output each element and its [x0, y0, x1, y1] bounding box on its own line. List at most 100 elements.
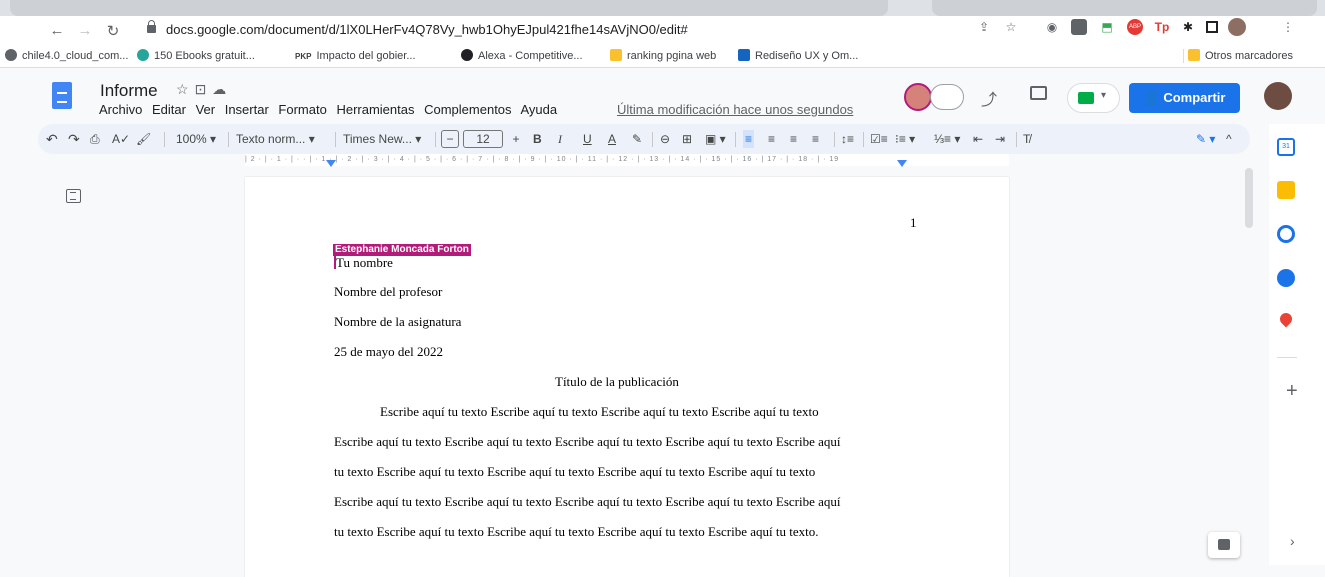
menu-ver[interactable]: Ver: [196, 102, 216, 117]
profile-avatar[interactable]: [1228, 18, 1246, 36]
collapse-icon[interactable]: ^: [1226, 130, 1232, 148]
doc-line-subject[interactable]: Nombre de la asignatura: [334, 314, 461, 330]
font-select[interactable]: Times New... ▾: [343, 130, 421, 148]
align-center-icon[interactable]: ≡: [768, 130, 775, 148]
menu-editar[interactable]: Editar: [152, 102, 186, 117]
pencil-mode-icon[interactable]: ✎ ▾: [1196, 130, 1215, 148]
checklist-icon[interactable]: ☑≡: [870, 130, 888, 148]
menu-icon[interactable]: ⋮: [1280, 19, 1296, 35]
bookmark-item[interactable]: PKP Impacto del gobier...: [295, 49, 416, 64]
style-select[interactable]: Texto norm... ▾: [236, 130, 315, 148]
bookmark-item[interactable]: ranking pgina web: [610, 49, 716, 63]
image-icon[interactable]: ▣ ▾: [705, 130, 726, 148]
vertical-ruler[interactable]: [30, 176, 40, 565]
right-indent-marker[interactable]: [897, 160, 907, 167]
bookmark-item[interactable]: Alexa - Competitive...: [461, 49, 583, 63]
menu-archivo[interactable]: Archivo: [99, 102, 142, 117]
doc-line-professor[interactable]: Nombre del profesor: [334, 284, 442, 300]
doc-line-name[interactable]: Tu nombre: [336, 255, 393, 271]
puzzle-icon[interactable]: ✱: [1180, 19, 1196, 35]
trend-icon[interactable]: ⤴: [981, 86, 997, 110]
zoom-select[interactable]: 100% ▾: [176, 130, 216, 148]
indent-marker[interactable]: [326, 160, 336, 167]
other-bookmarks[interactable]: Otros marcadores: [1183, 49, 1293, 63]
sidebar-icon[interactable]: [1206, 21, 1218, 33]
expand-icon[interactable]: ›: [1290, 533, 1295, 549]
font-size-increase[interactable]: +: [507, 130, 525, 148]
collaborator-avatar[interactable]: [904, 83, 932, 111]
print-icon[interactable]: ⎙: [90, 130, 100, 148]
redo-icon[interactable]: ↷: [68, 130, 80, 148]
line-spacing-icon[interactable]: ↕≡: [841, 130, 854, 148]
menu-complementos[interactable]: Complementos: [424, 102, 511, 117]
bullets-icon[interactable]: ⁝≡ ▾: [895, 130, 915, 148]
doc-line-body[interactable]: tu texto Escribe aquí tu texto Escribe a…: [334, 524, 818, 540]
font-size-input[interactable]: 12: [463, 130, 503, 148]
highlight-icon[interactable]: ✎: [632, 130, 642, 148]
doc-line-body[interactable]: Escribe aquí tu texto Escribe aquí tu te…: [334, 434, 841, 450]
last-modified-link[interactable]: Última modificación hace unos segundos: [617, 102, 853, 117]
comment-icon[interactable]: ⊞: [682, 130, 692, 148]
tasks-icon[interactable]: [1277, 225, 1295, 243]
bookmark-item[interactable]: 150 Ebooks gratuit...: [137, 49, 255, 63]
reload-icon[interactable]: ↻: [103, 22, 123, 40]
menu-formato[interactable]: Formato: [278, 102, 326, 117]
justify-icon[interactable]: ≡: [812, 130, 819, 148]
menu-insertar[interactable]: Insertar: [225, 102, 269, 117]
browser-tab[interactable]: [932, 0, 1317, 16]
cloud-status-icon[interactable]: ☁: [212, 81, 232, 97]
forward-icon[interactable]: →: [75, 22, 95, 39]
indent-increase-icon[interactable]: ⇥: [995, 130, 1005, 148]
doc-line-body[interactable]: Escribe aquí tu texto Escribe aquí tu te…: [334, 494, 841, 510]
link-icon[interactable]: ⊖: [660, 130, 670, 148]
docs-logo-icon[interactable]: [52, 82, 72, 109]
share-button[interactable]: 👤 Compartir: [1129, 83, 1240, 113]
underline-button[interactable]: U: [583, 130, 592, 148]
text-color-button[interactable]: A: [608, 130, 616, 148]
browser-tab[interactable]: [10, 0, 888, 16]
scrollbar-thumb[interactable]: [1245, 168, 1253, 228]
font-size-decrease[interactable]: −: [441, 130, 459, 148]
add-icon[interactable]: +: [1286, 380, 1298, 403]
calendar-icon[interactable]: 31: [1277, 138, 1295, 156]
clear-format-icon[interactable]: T̸: [1023, 130, 1030, 148]
align-left-icon[interactable]: ≡: [743, 130, 755, 148]
lock-icon[interactable]: [147, 20, 156, 33]
star-icon[interactable]: ☆: [176, 81, 195, 97]
add-comment-icon[interactable]: [1208, 532, 1240, 558]
horizontal-ruler[interactable]: | 2 · | · 1 · | · · | · 1 · | · 2 · | · …: [245, 154, 1009, 166]
document-page[interactable]: 1 Estephanie Moncada Forton Tu nombre No…: [245, 177, 1009, 577]
outline-icon[interactable]: [66, 189, 81, 203]
star-icon[interactable]: ☆: [1003, 19, 1019, 35]
menu-herramientas[interactable]: Herramientas: [336, 102, 414, 117]
comments-icon[interactable]: [1030, 86, 1047, 100]
numbered-icon[interactable]: ⅓≡ ▾: [934, 130, 960, 148]
italic-button[interactable]: I: [558, 130, 562, 148]
bookmark-item[interactable]: chile4.0_cloud_com...: [5, 49, 128, 63]
extension-icon[interactable]: ⬒: [1099, 19, 1115, 35]
bold-button[interactable]: B: [533, 130, 542, 148]
camera-icon[interactable]: ◉: [1044, 19, 1060, 35]
account-avatar[interactable]: [1264, 82, 1292, 110]
indent-decrease-icon[interactable]: ⇤: [973, 130, 983, 148]
abp-icon[interactable]: ABP: [1127, 19, 1143, 35]
extension-icon[interactable]: [1071, 19, 1087, 35]
meet-button[interactable]: ▾: [1067, 83, 1120, 113]
tp-icon[interactable]: Tp: [1154, 19, 1170, 35]
doc-line-title[interactable]: Título de la publicación: [555, 374, 679, 390]
doc-line-body[interactable]: tu texto Escribe aquí tu texto Escribe a…: [334, 464, 815, 480]
align-right-icon[interactable]: ≡: [790, 130, 797, 148]
contacts-icon[interactable]: [1277, 269, 1295, 287]
doc-line-body[interactable]: Escribe aquí tu texto Escribe aquí tu te…: [380, 404, 819, 420]
undo-icon[interactable]: ↶: [46, 130, 58, 148]
bookmark-item[interactable]: Rediseño UX y Om...: [738, 49, 858, 63]
keep-icon[interactable]: [1277, 181, 1295, 199]
document-title[interactable]: Informe: [100, 81, 158, 101]
spellcheck-icon[interactable]: A✓: [112, 130, 130, 148]
doc-line-date[interactable]: 25 de mayo del 2022: [334, 344, 443, 360]
paint-format-icon[interactable]: 🖌: [136, 130, 151, 148]
share-page-icon[interactable]: ⇪: [976, 19, 992, 35]
back-icon[interactable]: ←: [47, 22, 67, 39]
move-icon[interactable]: ⊡: [195, 81, 213, 97]
menu-ayuda[interactable]: Ayuda: [520, 102, 557, 117]
